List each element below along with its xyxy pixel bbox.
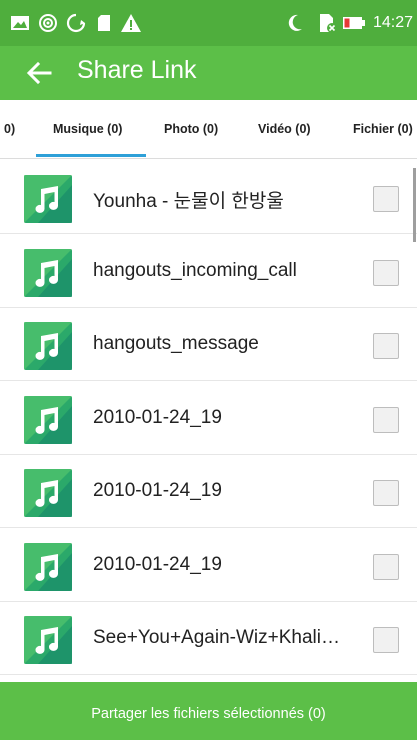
app-bar: Share Link xyxy=(0,46,417,100)
status-bar: 14:27 xyxy=(0,0,417,46)
music-note-icon xyxy=(24,395,72,444)
file-checkbox[interactable] xyxy=(373,627,399,653)
file-name: Younha - 눈물이 한방울 xyxy=(93,191,284,212)
music-note-icon xyxy=(24,322,72,370)
share-selected-button[interactable]: Partager les fichiers sélectionnés (0) xyxy=(0,682,417,740)
tab-video[interactable]: Vidéo (0) xyxy=(258,122,311,136)
scrollbar[interactable] xyxy=(413,168,416,242)
sd-card-icon xyxy=(98,15,110,31)
tab-musique[interactable]: Musique (0) xyxy=(53,122,122,136)
music-note-icon xyxy=(24,469,72,517)
list-item[interactable]: hangouts_incoming_call xyxy=(0,234,417,308)
list-item[interactable]: Younha - 눈물이 한방울 xyxy=(0,160,417,234)
sync-icon xyxy=(66,13,86,33)
hotspot-icon xyxy=(39,14,57,32)
category-tabs: 0) Musique (0) Photo (0) Vidéo (0) Fichi… xyxy=(0,100,417,159)
share-button-label: Partager les fichiers sélectionnés (0) xyxy=(91,706,326,722)
file-checkbox[interactable] xyxy=(373,259,399,286)
tab-photo[interactable]: Photo (0) xyxy=(164,122,218,136)
file-name: 2010-01-24_19 xyxy=(93,406,222,428)
tab-fichier[interactable]: Fichier (0) xyxy=(353,122,413,136)
tab-indicator xyxy=(36,154,146,157)
tab-previous[interactable]: 0) xyxy=(4,122,15,136)
back-arrow-icon[interactable] xyxy=(24,58,54,88)
music-note-icon xyxy=(24,248,72,297)
file-checkbox[interactable] xyxy=(373,480,399,506)
moon-icon xyxy=(288,14,302,31)
file-checkbox[interactable] xyxy=(373,406,399,433)
file-name: hangouts_message xyxy=(93,333,259,354)
status-time: 14:27 xyxy=(372,14,413,31)
list-item[interactable]: 2010-01-24_19 xyxy=(0,454,417,528)
list-item[interactable]: See+You+Again-Wiz+Khali… xyxy=(0,601,417,675)
music-note-icon xyxy=(24,175,72,223)
warning-icon xyxy=(121,14,141,32)
list-item[interactable]: 2010-01-24_19 xyxy=(0,528,417,602)
file-name: hangouts_incoming_call xyxy=(93,259,297,281)
battery-low-icon xyxy=(343,17,365,29)
list-item[interactable]: hangouts_message xyxy=(0,307,417,381)
list-item[interactable]: 2010-01-24_19 xyxy=(0,381,417,455)
file-name: 2010-01-24_19 xyxy=(93,553,222,575)
file-checkbox[interactable] xyxy=(373,333,399,359)
image-icon xyxy=(11,16,29,30)
file-checkbox[interactable] xyxy=(373,186,399,212)
sim-off-icon xyxy=(320,14,337,33)
music-note-icon xyxy=(24,542,72,591)
file-name: See+You+Again-Wiz+Khali… xyxy=(93,627,340,648)
music-note-icon xyxy=(24,616,72,664)
file-name: 2010-01-24_19 xyxy=(93,480,222,501)
page-title: Share Link xyxy=(77,56,197,84)
file-checkbox[interactable] xyxy=(373,553,399,580)
